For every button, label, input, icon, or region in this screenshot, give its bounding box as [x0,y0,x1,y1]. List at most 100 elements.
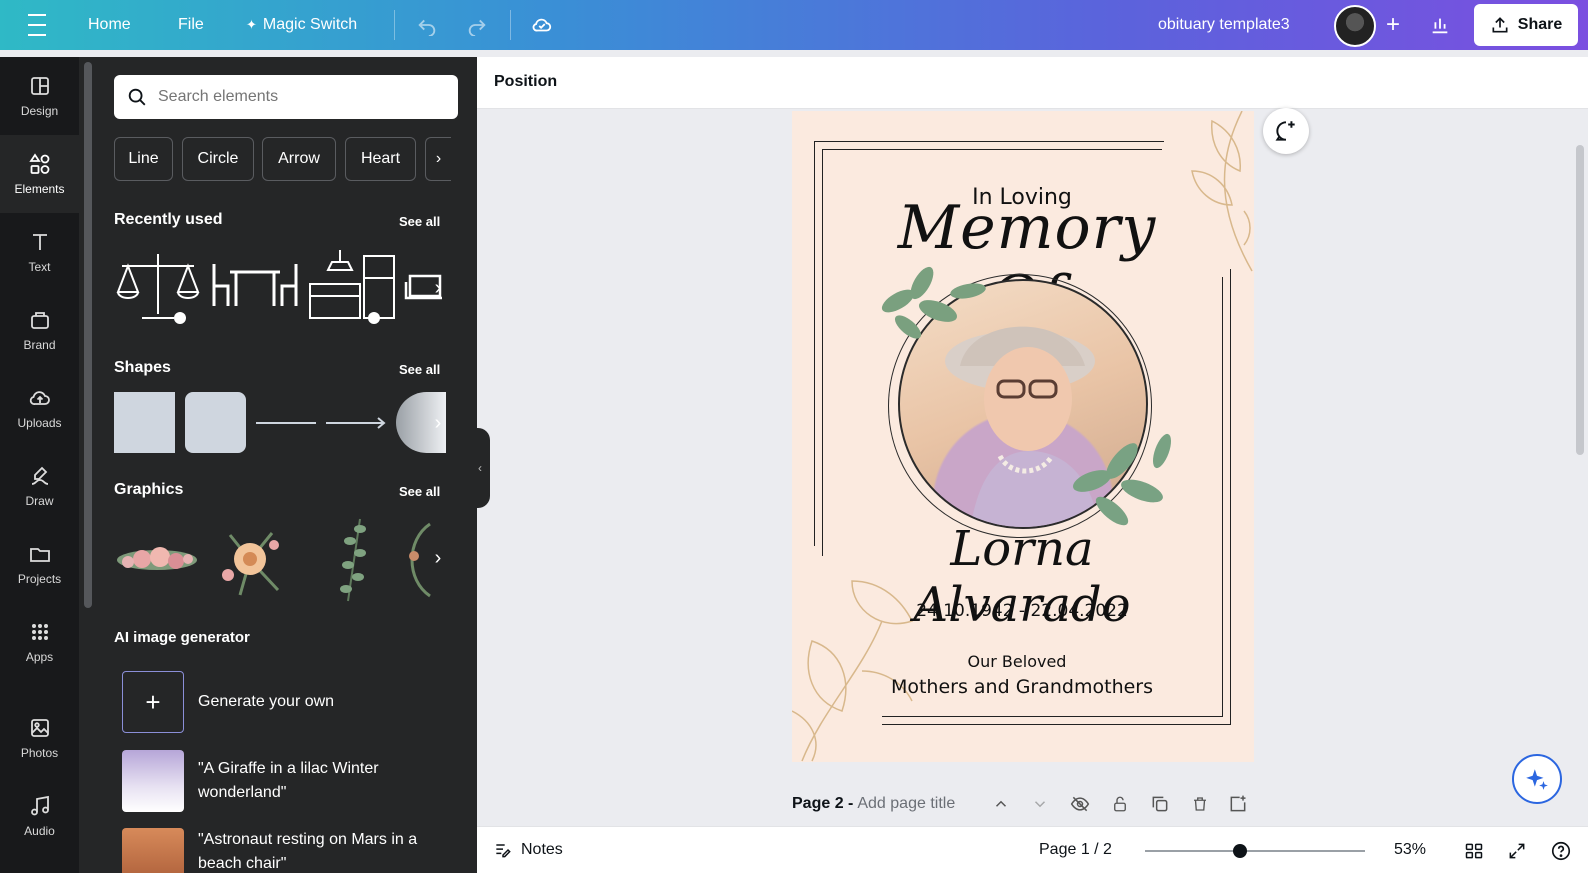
design-page[interactable]: In Loving Memory Of Lorna Alvarado 24.10… [792,111,1254,762]
hide-page-icon[interactable] [1068,792,1092,816]
lock-icon[interactable] [1108,792,1132,816]
notes-icon [496,844,511,858]
see-all-graphics-link[interactable]: See all [399,484,440,499]
add-comment-button[interactable] [1263,108,1309,154]
sparkle-icon: ✦ [246,17,257,32]
chip-circle[interactable]: Circle [182,137,254,181]
add-page-icon[interactable] [1226,792,1250,816]
context-toolbar: Position [477,57,1588,109]
document-title[interactable]: obituary template3 [1158,0,1290,50]
rail-label: Elements [14,182,65,196]
text-icon [32,234,47,250]
rail-item-brand[interactable]: Brand [0,291,79,369]
dates-text[interactable]: 24.10.1942 - 22.04.2022 [872,601,1172,621]
kitchen-graphic[interactable] [306,248,398,326]
frame-line [1222,277,1223,717]
rail-item-design[interactable]: Design [0,57,79,135]
rail-label: Brand [23,338,56,352]
rail-item-draw[interactable]: Draw [0,447,79,525]
page-count-button[interactable]: Page 1 / 2 [1039,841,1112,859]
ai-suggestion-item[interactable]: "Astronaut resting on Mars in a beach ch… [122,828,428,873]
recently-used-title: Recently used [114,211,223,228]
cloud-upload-icon [29,391,50,405]
rail-item-photos[interactable]: Photos [0,699,79,777]
scales-graphic[interactable] [112,248,204,326]
trash-icon[interactable] [1188,792,1212,816]
peach-flower-graphic[interactable] [210,515,290,605]
rail-item-uploads[interactable]: Uploads [0,369,79,447]
home-button[interactable]: Home [88,0,131,50]
chevron-right-icon[interactable]: › [426,411,450,435]
chip-heart[interactable]: Heart [345,137,416,181]
rail-label: Audio [24,824,55,838]
rail-item-audio[interactable]: Audio [0,777,79,855]
frame-line [1230,269,1231,724]
page-title-input[interactable]: Add page title [857,795,955,813]
notes-button[interactable]: Notes [493,840,563,860]
rail-item-elements[interactable]: Elements [0,135,79,213]
music-icon [30,795,49,816]
rail-label: Draw [25,494,54,508]
zoom-level[interactable]: 53% [1394,841,1426,859]
rail-item-projects[interactable]: Projects [0,525,79,603]
collapse-panel-button[interactable]: ‹ [470,428,490,508]
flower-garland-graphic[interactable] [112,535,202,585]
chevron-right-icon: › [435,150,442,167]
menu-icon[interactable] [28,0,50,50]
square-shape[interactable] [114,392,175,453]
divider [394,10,395,40]
panel-scrollbar[interactable] [84,62,92,608]
insights-icon[interactable] [1420,8,1460,42]
position-button[interactable]: Position [494,73,557,91]
fullscreen-icon[interactable] [1505,839,1529,863]
chevron-down-icon[interactable] [1028,792,1052,816]
layout-icon [30,77,49,95]
chevron-left-icon: ‹ [478,461,482,475]
cloud-saved-icon[interactable] [530,0,554,50]
table-chairs-graphic[interactable] [210,260,300,310]
rail-item-apps[interactable]: Apps [0,603,79,681]
image-icon [30,719,49,737]
line-shape[interactable] [256,422,316,424]
search-input[interactable] [158,88,438,106]
chip-arrow[interactable]: Arrow [262,137,336,181]
see-all-shapes-link[interactable]: See all [399,362,440,377]
share-button[interactable]: Share [1474,4,1578,46]
chevron-right-icon[interactable]: › [426,546,450,570]
search-box[interactable] [114,75,458,119]
arrow-line-shape[interactable] [326,415,388,431]
add-collaborator-button[interactable]: + [1378,10,1408,40]
giraffe-thumbnail [122,750,184,812]
magic-assistant-button[interactable] [1512,754,1562,804]
generate-your-own-button[interactable]: + Generate your own [122,671,428,733]
rail-label: Apps [25,650,54,664]
file-menu[interactable]: File [178,0,204,50]
canvas-scrollbar[interactable] [1576,145,1584,455]
chevron-up-icon[interactable] [989,792,1013,816]
search-icon [128,88,146,106]
rounded-square-shape[interactable] [185,392,246,453]
zoom-slider[interactable] [1145,850,1365,852]
chip-line[interactable]: Line [114,137,173,181]
grid-view-icon[interactable] [1462,839,1486,863]
avatar[interactable] [1334,5,1376,47]
help-icon[interactable] [1549,839,1573,863]
undo-icon[interactable] [416,0,438,50]
upload-icon [1492,17,1508,33]
chevron-right-icon[interactable]: › [426,276,450,300]
redo-icon[interactable] [466,0,488,50]
brand-icon [30,312,49,329]
zoom-slider-knob[interactable] [1233,844,1247,858]
suggestion-label: "A Giraffe in a lilac Winter wonderland" [198,760,379,801]
magic-switch-button[interactable]: ✦ Magic Switch [246,0,357,50]
our-beloved-text[interactable]: Our Beloved [892,652,1142,671]
ai-suggestion-item[interactable]: "A Giraffe in a lilac Winter wonderland" [122,750,428,812]
rail-item-text[interactable]: Text [0,213,79,291]
see-all-recent-link[interactable]: See all [399,214,440,229]
rail-label: Uploads [17,416,62,430]
suggestion-label: "Astronaut resting on Mars in a beach ch… [198,831,418,872]
eucalyptus-graphic[interactable] [330,515,374,605]
duplicate-icon[interactable] [1148,792,1172,816]
chip-next-button[interactable]: › [425,137,451,181]
relation-text[interactable]: Mothers and Grandmothers [852,676,1192,698]
